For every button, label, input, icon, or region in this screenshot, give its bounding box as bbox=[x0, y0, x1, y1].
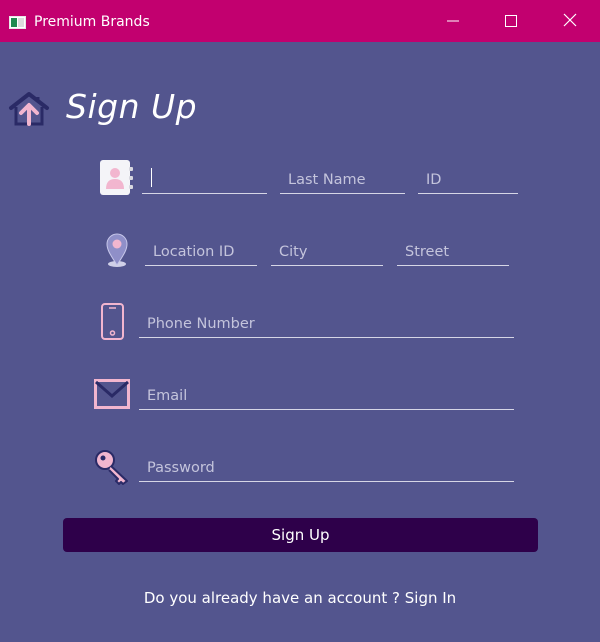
envelope-icon bbox=[94, 379, 130, 413]
signup-button[interactable]: Sign Up bbox=[63, 518, 538, 552]
last-name-input[interactable] bbox=[280, 166, 405, 194]
home-up-arrow-icon[interactable] bbox=[8, 90, 50, 128]
id-input[interactable] bbox=[418, 166, 518, 194]
phone-icon bbox=[100, 303, 126, 345]
signin-prompt-text: Do you already have an account ? bbox=[143, 589, 400, 607]
signup-window: Premium Brands Sign Up Last Name ID Loca… bbox=[0, 0, 600, 642]
map-pin-icon bbox=[104, 231, 132, 273]
key-icon bbox=[94, 448, 132, 490]
page-title: Sign Up bbox=[66, 87, 198, 126]
first-name-input[interactable] bbox=[142, 166, 267, 194]
text-caret bbox=[151, 168, 152, 187]
password-input[interactable] bbox=[139, 454, 514, 482]
signin-prompt: Do you already have an account ? Sign In bbox=[0, 588, 600, 608]
app-icon bbox=[9, 14, 26, 29]
title-bar: Premium Brands bbox=[0, 0, 600, 42]
maximize-icon bbox=[505, 12, 517, 31]
contact-book-icon bbox=[99, 159, 135, 201]
location-id-input[interactable] bbox=[145, 238, 257, 266]
minimize-icon bbox=[447, 12, 459, 31]
maximize-button[interactable] bbox=[482, 0, 540, 42]
phone-number-input[interactable] bbox=[139, 310, 514, 338]
close-icon bbox=[563, 12, 577, 31]
close-button[interactable] bbox=[541, 0, 599, 42]
window-title: Premium Brands bbox=[34, 14, 150, 30]
city-input[interactable] bbox=[271, 238, 383, 266]
minimize-button[interactable] bbox=[424, 0, 482, 42]
signin-link[interactable]: Sign In bbox=[405, 589, 456, 607]
email-input[interactable] bbox=[139, 382, 514, 410]
street-input[interactable] bbox=[397, 238, 509, 266]
